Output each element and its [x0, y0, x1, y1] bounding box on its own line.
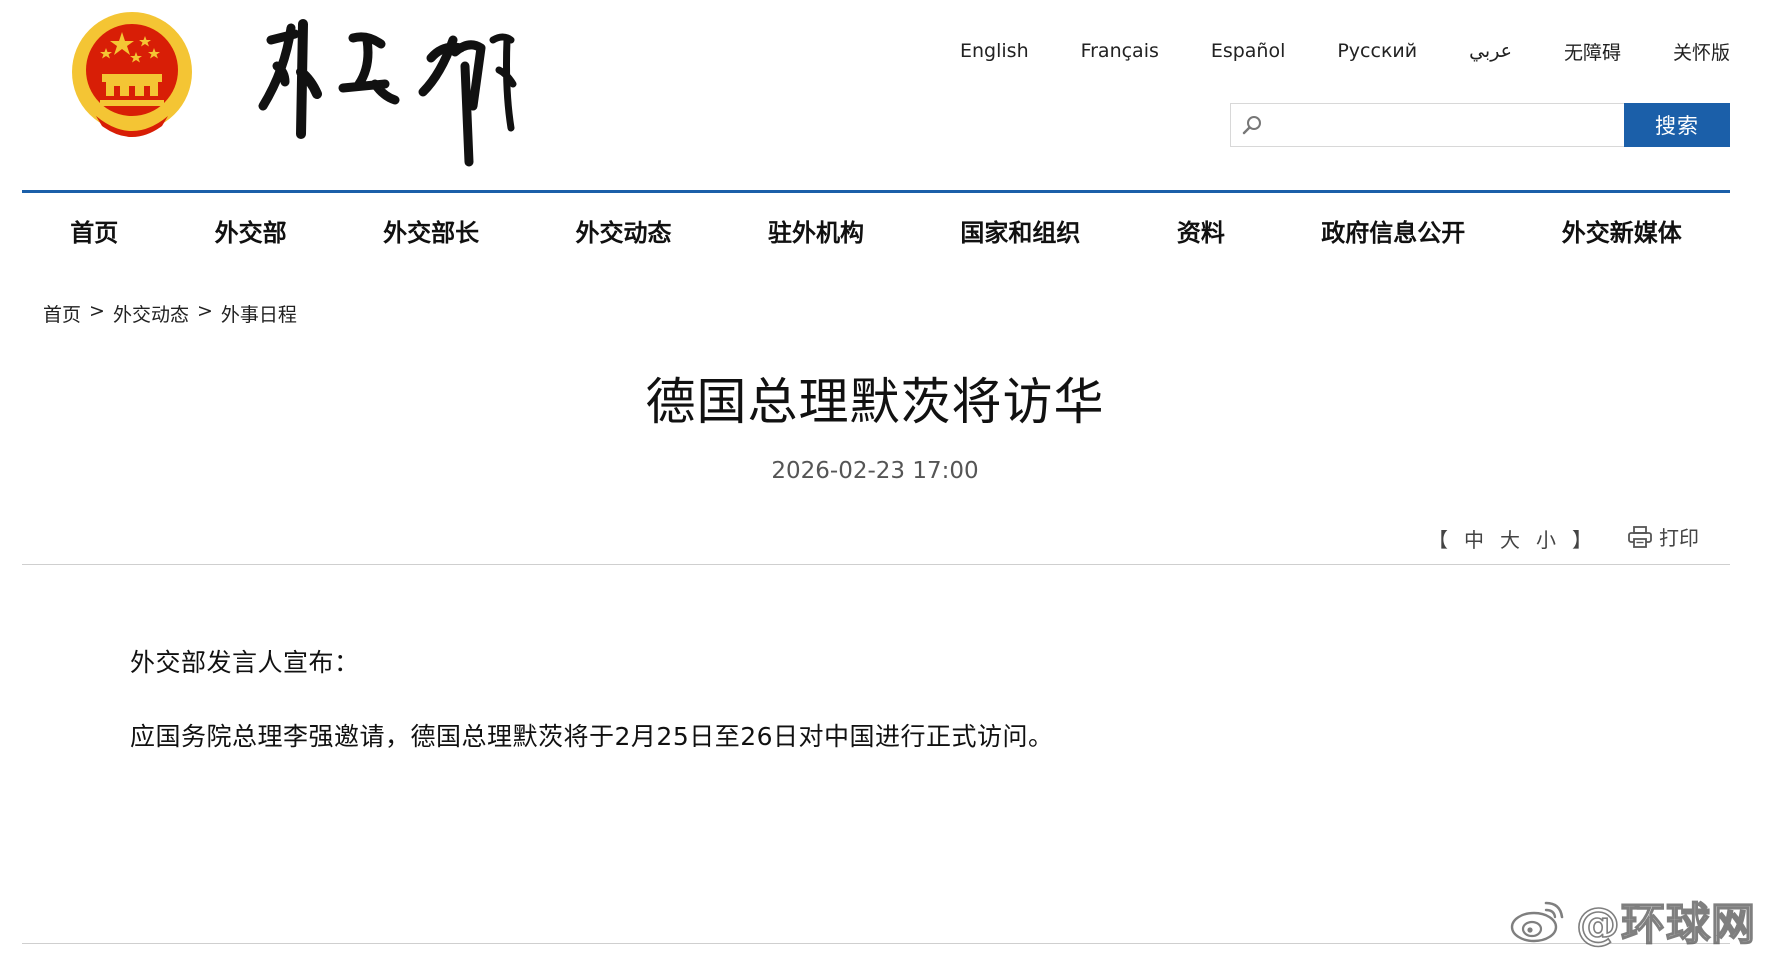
breadcrumb-foreign-affairs-schedule[interactable]: 外事日程: [221, 300, 297, 327]
search-bar: 搜索: [1230, 103, 1730, 148]
article-paragraph: 外交部发言人宣布：: [130, 648, 360, 677]
lang-russian[interactable]: Русский: [1337, 40, 1417, 62]
calligraphy-strokes: [258, 19, 517, 167]
print-label: 打印: [1659, 526, 1699, 550]
nav-item-countries-organizations[interactable]: 国家和组织: [960, 213, 1080, 248]
lang-spanish[interactable]: Español: [1211, 40, 1286, 62]
weibo-watermark: @环球网: [1508, 888, 1756, 952]
language-links: English Français Español Русский عربي 无障…: [960, 36, 1730, 66]
emblem-gate-roof: [102, 74, 162, 82]
ministry-calligraphy-logo[interactable]: [255, 10, 575, 170]
search-field-wrapper: [1230, 103, 1624, 148]
main-nav: 首页 外交部 外交部长 外交动态 驻外机构 国家和组织 资料 政府信息公开 外交…: [22, 200, 1730, 260]
search-icon: [1242, 116, 1261, 135]
lang-english[interactable]: English: [960, 40, 1029, 62]
emblem-base: [100, 100, 164, 106]
accessibility-link[interactable]: 无障碍: [1564, 38, 1621, 65]
font-size-controls: 【 中 大 小 】: [1428, 524, 1592, 553]
watermark-text: @环球网: [1575, 898, 1756, 951]
national-emblem-logo[interactable]: [66, 8, 198, 148]
font-size-bracket-close: 】: [1572, 528, 1592, 552]
nav-item-missions-abroad[interactable]: 驻外机构: [768, 213, 864, 248]
font-size-small[interactable]: 小: [1536, 524, 1556, 553]
lang-french[interactable]: Français: [1081, 40, 1159, 62]
font-size-bracket-open: 【: [1428, 528, 1448, 552]
print-button[interactable]: 打印: [1627, 522, 1699, 551]
nav-item-minister[interactable]: 外交部长: [383, 213, 479, 248]
nav-item-home[interactable]: 首页: [70, 213, 118, 248]
emblem-gate-door: [129, 86, 135, 96]
nav-item-diplomatic-news[interactable]: 外交动态: [576, 213, 672, 248]
elderly-care-version-link[interactable]: 关怀版: [1673, 38, 1730, 65]
printer-icon: [1628, 525, 1652, 548]
emblem-gate-door: [144, 86, 150, 96]
article-paragraph: 应国务院总理李强邀请，德国总理默茨将于2月25日至26日对中国进行正式访问。: [130, 722, 1054, 751]
emblem-gate-door: [114, 86, 120, 96]
nav-item-ministry[interactable]: 外交部: [215, 213, 287, 248]
breadcrumb-diplomatic-news[interactable]: 外交动态: [113, 300, 189, 327]
nav-item-resources[interactable]: 资料: [1177, 213, 1225, 248]
font-size-medium[interactable]: 中: [1464, 524, 1484, 553]
nav-item-government-info[interactable]: 政府信息公开: [1321, 213, 1465, 248]
font-size-large[interactable]: 大: [1500, 524, 1520, 553]
article-title: 德国总理默茨将访华: [645, 373, 1105, 431]
breadcrumb-home[interactable]: 首页: [43, 300, 81, 327]
breadcrumb: 首页 > 外交动态 > 外事日程: [43, 300, 297, 327]
article-header-divider: [22, 564, 1730, 565]
search-button[interactable]: 搜索: [1624, 103, 1730, 147]
lang-arabic[interactable]: عربي: [1469, 40, 1512, 62]
article-footer-divider: [22, 943, 1730, 944]
article-date: 2026-02-23 17:00: [771, 458, 979, 484]
breadcrumb-separator: >: [89, 300, 105, 322]
nav-item-new-media[interactable]: 外交新媒体: [1562, 213, 1682, 248]
search-input[interactable]: [1269, 104, 1620, 148]
breadcrumb-separator: >: [196, 300, 213, 322]
weibo-icon: [1510, 901, 1564, 943]
nav-top-border: [22, 190, 1730, 193]
